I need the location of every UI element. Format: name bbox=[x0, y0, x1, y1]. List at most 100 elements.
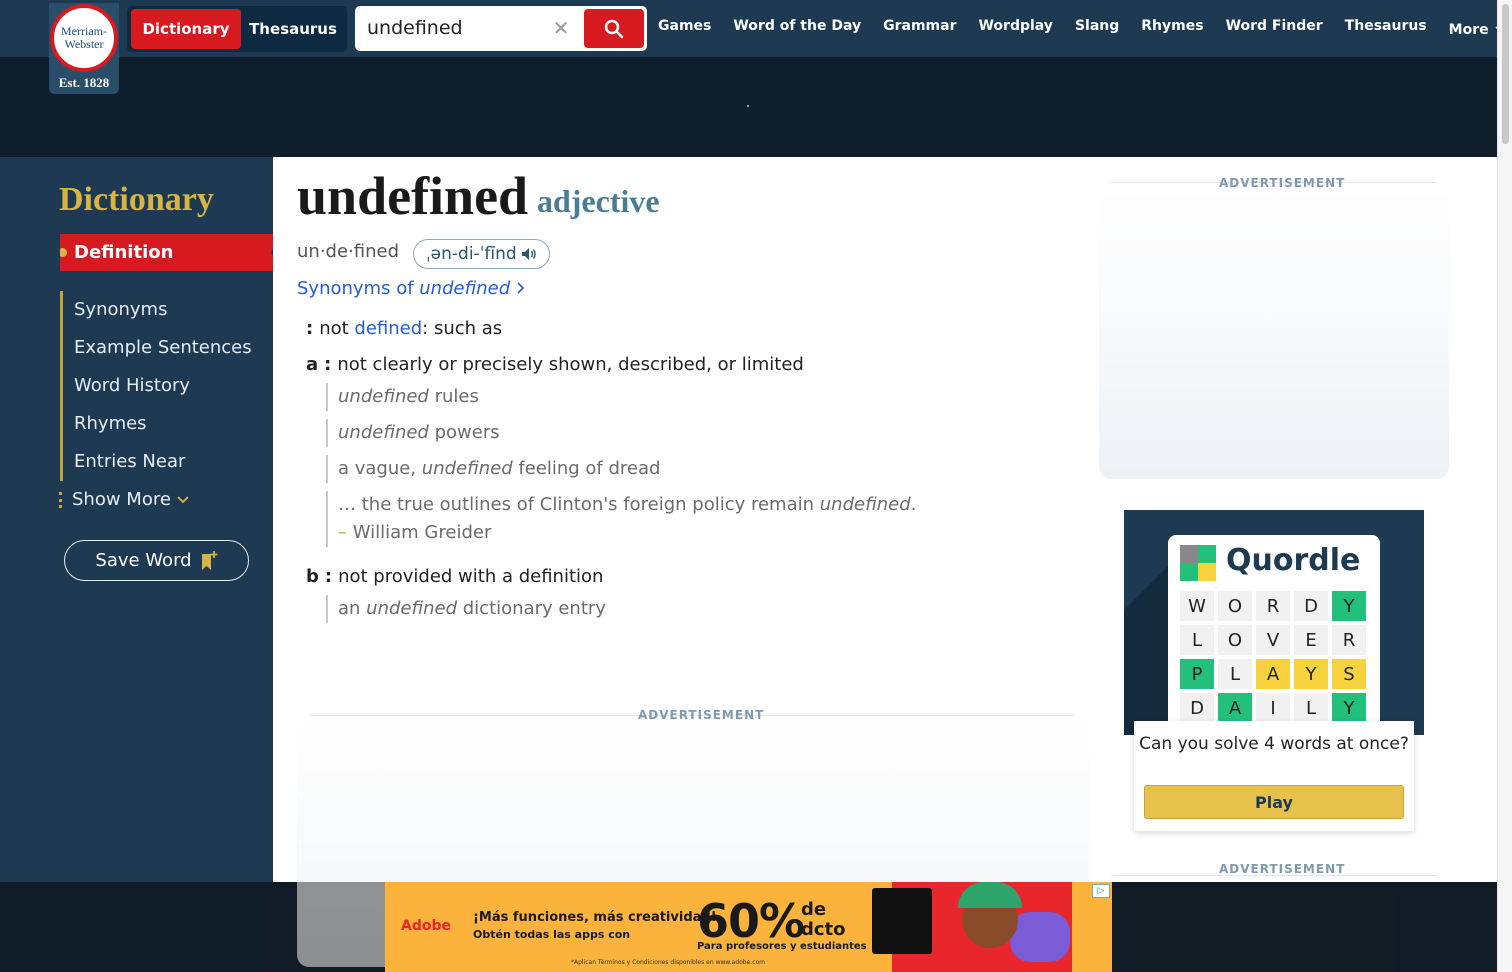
sidebar-item-synonyms[interactable]: Synonyms bbox=[63, 291, 270, 329]
example-3: a vague, undefined feeling of dread bbox=[326, 455, 660, 483]
adobe-de: de bbox=[801, 899, 827, 920]
dotted-marker bbox=[59, 491, 62, 508]
quordle-row: LOVER bbox=[1180, 625, 1366, 655]
adobe-illustration bbox=[872, 882, 1072, 972]
quordle-cell: D bbox=[1180, 693, 1214, 723]
ad-placeholder-dot bbox=[747, 105, 749, 107]
quordle-question: Can you solve 4 words at once? bbox=[1139, 734, 1409, 754]
example-text: . bbox=[910, 494, 917, 515]
show-more-label: Show More bbox=[72, 489, 171, 510]
adobe-banner-ad[interactable]: Adobe ¡Más funciones, más creatividad! O… bbox=[385, 882, 1112, 972]
speaker-icon bbox=[521, 248, 536, 260]
sidebar-list: Synonyms Example Sentences Word History … bbox=[60, 291, 270, 481]
quordle-row: WORDY bbox=[1180, 591, 1366, 621]
nav-rhymes[interactable]: Rhymes bbox=[1141, 18, 1203, 42]
sidebar-item-word-history[interactable]: Word History bbox=[63, 367, 270, 405]
quordle-title: Quordle bbox=[1226, 543, 1361, 578]
quordle-cell: R bbox=[1332, 625, 1366, 655]
site-logo[interactable]: Merriam- Webster Est. 1828 bbox=[49, 3, 119, 94]
logo-text: Merriam- Webster bbox=[61, 25, 107, 51]
logo-line1: Merriam- bbox=[61, 24, 107, 38]
adobe-discount: 60% bbox=[697, 894, 805, 948]
active-marker bbox=[60, 248, 67, 257]
sense-b-text: not provided with a definition bbox=[338, 566, 604, 587]
def-main-pre: not bbox=[319, 318, 355, 339]
example-text: dictionary entry bbox=[457, 598, 606, 619]
ad-label-right-top: ADVERTISEMENT bbox=[1219, 176, 1346, 190]
quordle-play-button[interactable]: Play bbox=[1144, 785, 1404, 819]
page-scrollbar[interactable] bbox=[1497, 0, 1512, 972]
sidebar-item-example-sentences[interactable]: Example Sentences bbox=[63, 329, 270, 367]
chevron-down-icon bbox=[177, 495, 189, 503]
example-text: rules bbox=[428, 386, 479, 407]
sense-b-label: b bbox=[306, 566, 319, 587]
sense-a: a: not clearly or precisely shown, descri… bbox=[306, 354, 804, 375]
quordle-ad[interactable]: Quordle WORDYLOVERPLAYSDAILY bbox=[1124, 510, 1424, 735]
tab-dictionary[interactable]: Dictionary bbox=[131, 9, 241, 49]
example-5: an undefined dictionary entry bbox=[326, 595, 606, 623]
save-word-label: Save Word bbox=[95, 550, 192, 571]
sidebar: Dictionary Definition Synonyms Example S… bbox=[0, 157, 280, 882]
clear-icon[interactable]: ✕ bbox=[551, 16, 571, 40]
sense-a-colon: : bbox=[324, 354, 332, 375]
sidebar-title: Dictionary bbox=[59, 181, 214, 218]
adobe-headline: ¡Más funciones, más creatividad! bbox=[473, 910, 717, 925]
example-text: a vague, bbox=[338, 458, 422, 479]
search-type-tabs: Dictionary Thesaurus bbox=[127, 6, 347, 52]
quordle-grid: WORDYLOVERPLAYSDAILY bbox=[1180, 591, 1366, 727]
example-italic: undefined bbox=[421, 458, 513, 479]
search-button[interactable] bbox=[584, 9, 644, 48]
quordle-cell: I bbox=[1256, 693, 1290, 723]
search-input[interactable] bbox=[367, 14, 547, 42]
sidebar-item-entries-near[interactable]: Entries Near bbox=[63, 443, 270, 481]
main-nav: Games Word of the Day Grammar Wordplay S… bbox=[658, 18, 1512, 42]
nav-thesaurus[interactable]: Thesaurus bbox=[1345, 18, 1427, 42]
quordle-cell: P bbox=[1180, 659, 1214, 689]
sense-b-colon: : bbox=[324, 566, 333, 587]
hair-art bbox=[958, 882, 1022, 908]
nav-wordplay[interactable]: Wordplay bbox=[978, 18, 1052, 42]
sense-b: b: not provided with a definition bbox=[306, 566, 603, 587]
quordle-cell: Y bbox=[1294, 659, 1328, 689]
quordle-panel: Can you solve 4 words at once? Play bbox=[1134, 721, 1414, 831]
sidebar-item-rhymes[interactable]: Rhymes bbox=[63, 405, 270, 443]
nav-grammar[interactable]: Grammar bbox=[883, 18, 956, 42]
quote-author: William Greider bbox=[352, 522, 492, 543]
example-1: undefined rules bbox=[326, 383, 479, 411]
quordle-cell: L bbox=[1180, 625, 1214, 655]
sense-a-text: not clearly or precisely shown, describe… bbox=[337, 354, 804, 375]
def-main-post: : such as bbox=[422, 318, 503, 339]
save-word-button[interactable]: Save Word bbox=[64, 540, 249, 581]
quordle-row: DAILY bbox=[1180, 693, 1366, 723]
example-italic: undefined bbox=[338, 386, 429, 407]
sidebar-show-more[interactable]: Show More bbox=[59, 489, 189, 510]
synonyms-link[interactable]: Synonyms of undefined bbox=[297, 278, 524, 299]
quordle-cell: O bbox=[1218, 591, 1252, 621]
nav-word-finder[interactable]: Word Finder bbox=[1226, 18, 1323, 42]
quordle-cell: Y bbox=[1332, 591, 1366, 621]
nav-slang[interactable]: Slang bbox=[1075, 18, 1119, 42]
purple-shape-art bbox=[1010, 912, 1070, 962]
adchoices-icon[interactable]: ▷ bbox=[1092, 884, 1110, 898]
headword: undefined bbox=[297, 166, 529, 226]
nav-word-of-the-day[interactable]: Word of the Day bbox=[733, 18, 861, 42]
example-4: … the true outlines of Clinton's foreign… bbox=[326, 491, 916, 547]
bottom-left-strip bbox=[0, 882, 273, 972]
quordle-logo-icon bbox=[1180, 545, 1216, 581]
adobe-de-dcto: de dcto bbox=[801, 900, 846, 940]
pronunciation-button[interactable]: ˌən-di-ˈfīnd bbox=[413, 239, 550, 269]
nav-games[interactable]: Games bbox=[658, 18, 711, 42]
logo-est: Est. 1828 bbox=[58, 75, 110, 90]
quordle-cell: S bbox=[1332, 659, 1366, 689]
part-of-speech[interactable]: adjective bbox=[537, 183, 660, 220]
scrollbar-thumb[interactable] bbox=[1502, 4, 1509, 144]
example-text: an bbox=[338, 598, 367, 619]
tab-thesaurus[interactable]: Thesaurus bbox=[241, 9, 345, 49]
example-italic: undefined bbox=[366, 598, 458, 619]
defined-link[interactable]: defined bbox=[354, 318, 422, 339]
quordle-cell: V bbox=[1256, 625, 1290, 655]
nav-more-label: More bbox=[1448, 22, 1489, 38]
ad-label-right-bottom: ADVERTISEMENT bbox=[1219, 862, 1346, 876]
sidebar-item-definition[interactable]: Definition bbox=[60, 234, 280, 271]
sidebar-item-label: Definition bbox=[74, 242, 174, 263]
